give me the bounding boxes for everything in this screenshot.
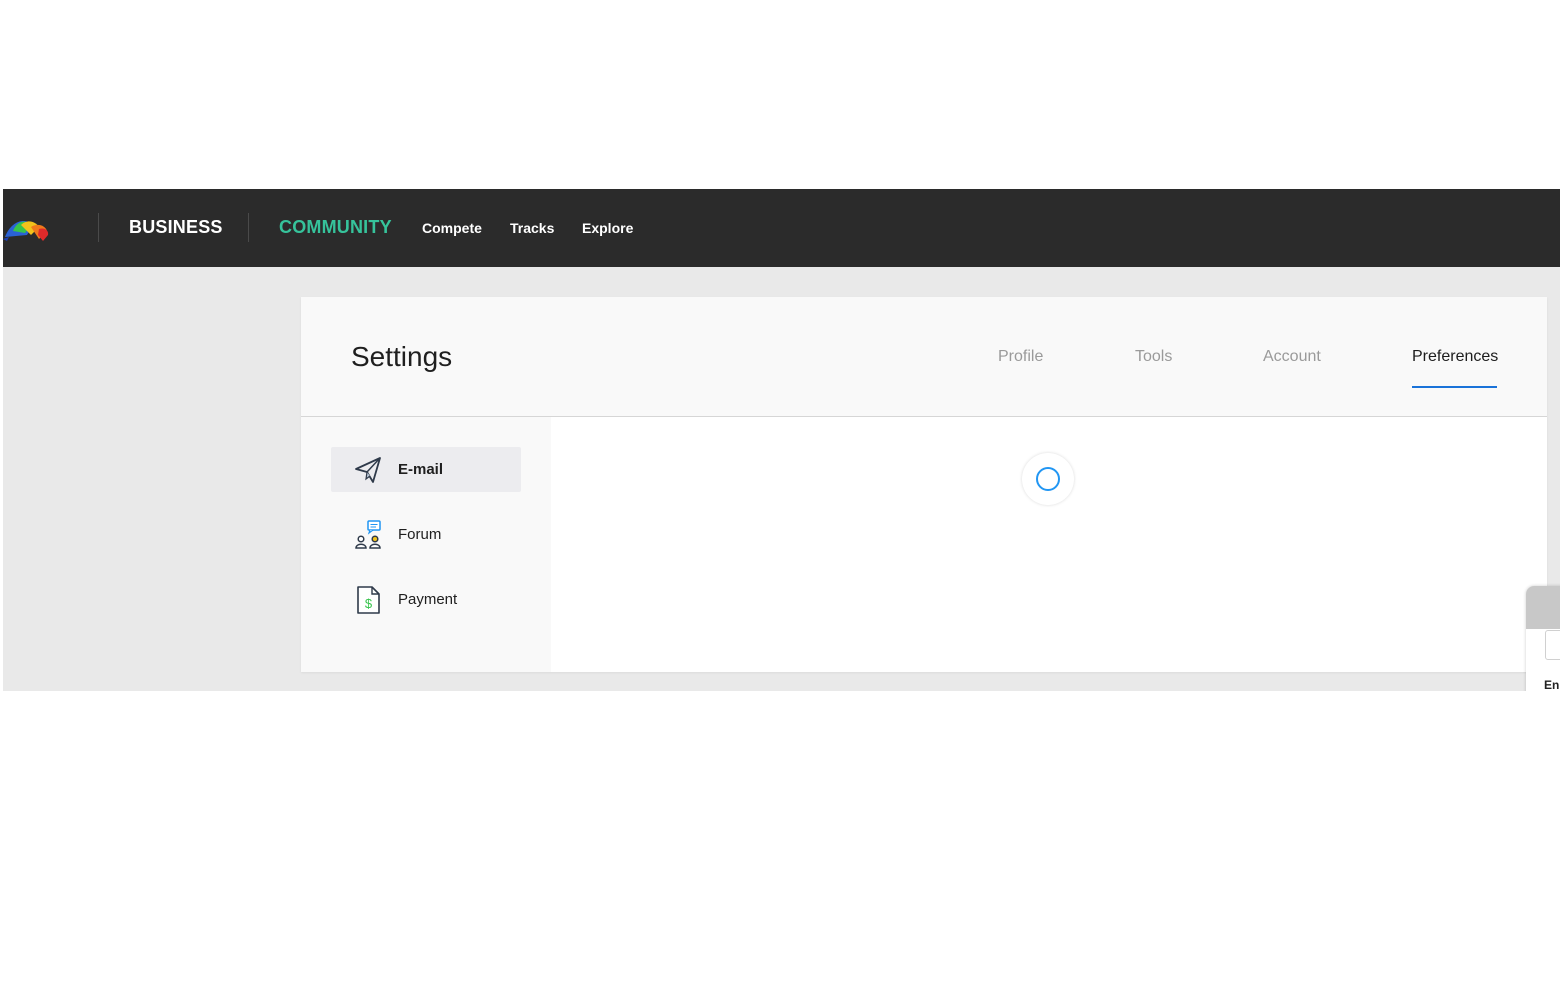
- sidebar-item-label: Forum: [398, 526, 442, 543]
- tab-preferences[interactable]: Preferences: [1412, 348, 1498, 366]
- forum-people-icon: [355, 520, 381, 549]
- nav-divider: [98, 213, 99, 242]
- sidebar-item-payment[interactable]: $ Payment: [331, 577, 521, 622]
- preferences-content-panel: [551, 417, 1547, 672]
- brand-logo-icon[interactable]: [3, 215, 51, 241]
- svg-text:$: $: [365, 596, 373, 611]
- nav-tracks[interactable]: Tracks: [510, 220, 554, 236]
- loading-spinner: [1022, 453, 1074, 505]
- nav-divider: [248, 213, 249, 242]
- top-navigation-bar: BUSINESS COMMUNITY Compete Tracks Explor…: [3, 189, 1560, 267]
- sidebar-item-forum[interactable]: Forum: [331, 512, 521, 557]
- chat-widget-input[interactable]: [1545, 630, 1560, 660]
- chat-widget-header[interactable]: [1526, 586, 1560, 629]
- page-title: Settings: [351, 341, 453, 372]
- nav-explore[interactable]: Explore: [582, 220, 633, 236]
- tab-tools[interactable]: Tools: [1135, 348, 1172, 366]
- spinner-ring-icon: [1036, 467, 1060, 491]
- chat-widget-text: En: [1544, 678, 1560, 691]
- paper-plane-icon: [355, 457, 381, 483]
- settings-card: Settings Profile Tools Account Preferenc…: [301, 297, 1547, 672]
- sidebar-item-label: Payment: [398, 591, 458, 608]
- nav-compete[interactable]: Compete: [422, 220, 482, 236]
- sidebar-item-label: E-mail: [398, 461, 444, 478]
- active-tab-indicator: [1412, 386, 1497, 388]
- chat-widget[interactable]: En: [1526, 586, 1560, 691]
- tab-profile[interactable]: Profile: [998, 348, 1043, 366]
- nav-community[interactable]: COMMUNITY: [279, 217, 392, 238]
- nav-business[interactable]: BUSINESS: [129, 217, 223, 238]
- sidebar-item-email[interactable]: E-mail: [331, 447, 521, 492]
- app-frame: BUSINESS COMMUNITY Compete Tracks Explor…: [3, 189, 1560, 691]
- tab-account[interactable]: Account: [1263, 348, 1321, 366]
- invoice-dollar-icon: $: [357, 586, 380, 614]
